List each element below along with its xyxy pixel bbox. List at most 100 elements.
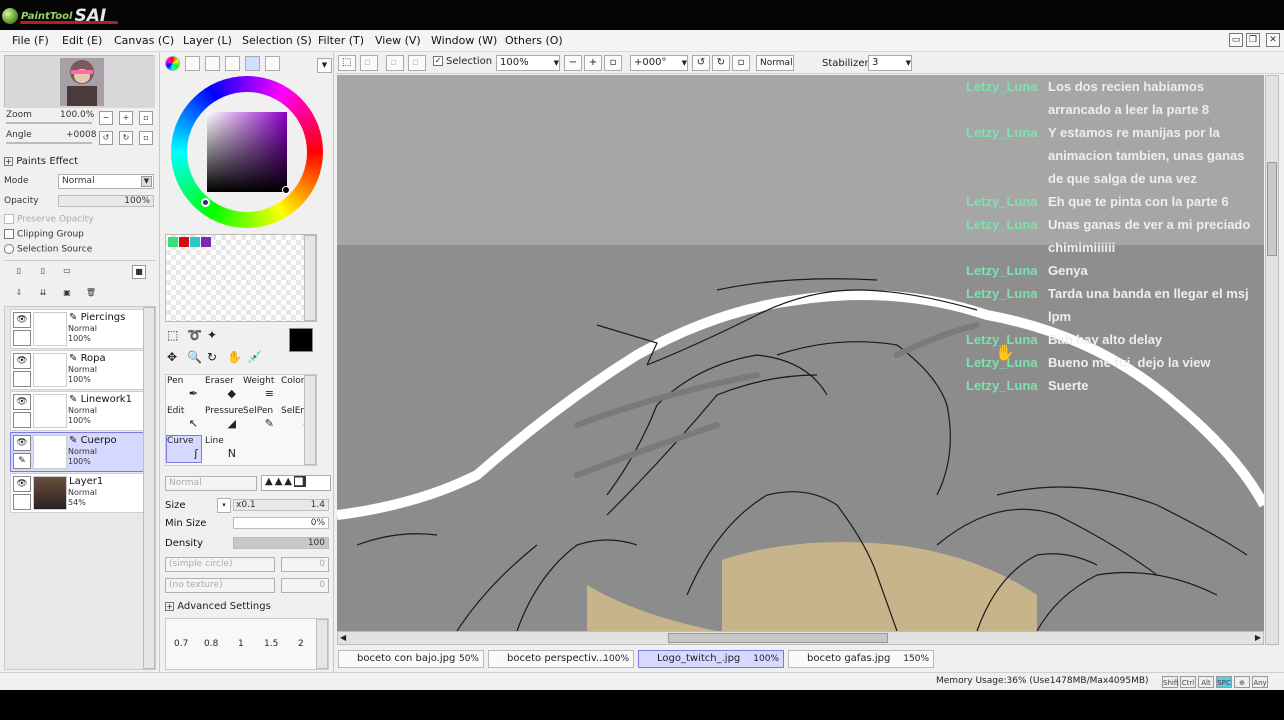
lock-icon[interactable] [13, 371, 31, 387]
menu-edit[interactable]: Edit (E) [62, 34, 102, 47]
color-wheel-mode-icon[interactable] [165, 56, 180, 71]
advanced-settings-header[interactable]: + Advanced Settings [165, 601, 271, 612]
sv-marker[interactable] [282, 186, 290, 194]
shape-strength[interactable]: 0 [281, 557, 329, 572]
preset-0[interactable]: 0.7 [174, 639, 188, 649]
eyedropper-icon[interactable]: 💉 [247, 350, 262, 364]
clear-layer-icon[interactable]: ▣ [60, 287, 74, 301]
eye-icon[interactable]: 👁 [13, 312, 31, 328]
scroll-thumb[interactable] [1267, 162, 1277, 256]
zoom-out-icon[interactable]: − [564, 55, 582, 71]
paints-effect-header[interactable]: + Paints Effect [4, 156, 78, 167]
menu-window[interactable]: Window (W) [431, 34, 497, 47]
zoom-in-icon[interactable]: + [119, 111, 133, 125]
min-size-slider[interactable]: 0% [233, 517, 329, 529]
preserve-opacity-checkbox[interactable]: Preserve Opacity [4, 214, 94, 225]
scroll-right-icon[interactable]: ▶ [1255, 633, 1261, 642]
lasso-icon[interactable]: ➰ [187, 328, 202, 342]
scroll-thumb[interactable] [668, 633, 888, 643]
layer-item-cuerpo[interactable]: 👁 ✎ ✎ Cuerpo Normal 100% [10, 432, 144, 472]
deselect-icon[interactable]: ⬚ [338, 55, 356, 71]
preset-1[interactable]: 0.8 [204, 639, 218, 649]
layer-item-layer1[interactable]: 👁 Layer1 Normal 54% [10, 473, 144, 513]
swatch-green[interactable] [168, 237, 178, 247]
clipping-group-checkbox[interactable]: Clipping Group [4, 229, 84, 240]
brush-shape-selector[interactable]: ▲▲▲■ [261, 475, 331, 491]
crop-icon[interactable]: ▫ [386, 55, 404, 71]
tool-pressure[interactable]: Pressure ◢ [204, 405, 243, 433]
zoom-select[interactable]: 100% ▼ [496, 55, 560, 71]
rotate-icon[interactable]: ↻ [207, 350, 217, 364]
tool-scrollbar[interactable] [304, 375, 316, 465]
preset-3[interactable]: 1.5 [264, 639, 278, 649]
rotate-left-icon[interactable]: ↺ [99, 131, 113, 145]
menu-filter[interactable]: Filter (T) [318, 34, 364, 47]
horizontal-scrollbar[interactable]: ◀ ▶ [337, 631, 1264, 645]
rect-select-icon[interactable]: ⬚ [167, 328, 178, 342]
texture-strength[interactable]: 0 [281, 578, 329, 593]
transfer-down-icon[interactable]: ⇩ [12, 287, 26, 301]
restore-icon[interactable]: ❐ [1246, 33, 1260, 47]
tool-edit[interactable]: Edit ↖ [166, 405, 202, 433]
color-wheel[interactable] [171, 76, 323, 228]
hue-marker[interactable] [201, 198, 210, 207]
angle-select[interactable]: +000° ▼ [630, 55, 688, 71]
invert-icon[interactable]: ▫ [360, 55, 378, 71]
rotate-right-icon[interactable]: ↻ [119, 131, 133, 145]
swatch-scrollbar[interactable] [304, 235, 316, 321]
eye-icon[interactable]: 👁 [13, 476, 31, 492]
selection-source-checkbox[interactable]: Selection Source [4, 244, 92, 255]
eye-icon[interactable]: 👁 [13, 394, 31, 410]
angle-slider[interactable] [6, 142, 92, 144]
sv-square[interactable] [207, 112, 287, 192]
tool-line[interactable]: Line N [204, 435, 240, 463]
rotate-reset-icon[interactable]: ▫ [732, 55, 750, 71]
zoom-slider[interactable] [6, 122, 92, 124]
density-slider[interactable]: 100 [233, 537, 329, 549]
rotate-right-icon[interactable]: ↻ [712, 55, 730, 71]
layer-item-linework1[interactable]: 👁 ✎ Linework1 Normal 100% [10, 391, 144, 431]
menu-selection[interactable]: Selection (S) [242, 34, 312, 47]
layer-item-ropa[interactable]: 👁 ✎ Ropa Normal 100% [10, 350, 144, 390]
merge-down-icon[interactable]: ⇊ [36, 287, 50, 301]
layer-item-piercings[interactable]: 👁 ✎ Piercings Normal 100% [10, 309, 144, 349]
size-multiplier-toggle[interactable]: ▾ [217, 498, 231, 513]
primary-color[interactable] [289, 328, 313, 352]
size-slider[interactable]: x0.1 1.4 [233, 499, 329, 511]
brush-icon[interactable]: ✎ [13, 453, 31, 469]
minimize-icon[interactable]: ▭ [1229, 33, 1243, 47]
vertical-scrollbar[interactable] [1265, 75, 1279, 645]
chevron-down-icon[interactable]: ▼ [317, 58, 332, 73]
tool-eraser[interactable]: Eraser ◆ [204, 375, 240, 403]
preset-scrollbar[interactable] [316, 619, 328, 669]
magic-wand-icon[interactable]: ✦ [207, 328, 217, 342]
zoom-out-icon[interactable]: − [99, 111, 113, 125]
stabilizer-select[interactable]: 3 ▼ [868, 55, 912, 71]
layer-mode-select[interactable]: Normal ▼ [58, 174, 154, 189]
hsv-slider-icon[interactable] [205, 56, 220, 71]
menu-canvas[interactable]: Canvas (C) [114, 34, 174, 47]
lock-icon[interactable] [13, 330, 31, 346]
zoom-icon[interactable]: 🔍 [187, 350, 202, 364]
navigator-preview[interactable] [4, 55, 155, 108]
swatch-red[interactable] [179, 237, 189, 247]
swatch-cyan[interactable] [190, 237, 200, 247]
close-icon[interactable]: ✕ [1266, 33, 1280, 47]
tab-document-active[interactable]: Logo_twitch_.jpg 100% [638, 650, 784, 668]
tool-pen[interactable]: Pen ✒ [166, 375, 202, 403]
preset-4[interactable]: 2 [298, 639, 304, 649]
tab-document[interactable]: boceto perspectiv... 100% [488, 650, 634, 668]
hand-icon[interactable]: ✋ [227, 350, 242, 364]
zoom-fit-icon[interactable]: ▫ [604, 55, 622, 71]
lock-icon[interactable] [13, 494, 31, 510]
menu-layer[interactable]: Layer (L) [183, 34, 232, 47]
rotate-left-icon[interactable]: ↺ [692, 55, 710, 71]
brush-texture-select[interactable]: (no texture) [165, 578, 275, 593]
mixer-icon[interactable] [225, 56, 240, 71]
new-layer-icon[interactable]: ▯ [12, 265, 26, 279]
eye-icon[interactable]: 👁 [13, 353, 31, 369]
tab-document[interactable]: boceto gafas.jpg 150% [788, 650, 934, 668]
tool-curve[interactable]: Curve ʃ [166, 435, 202, 463]
menu-view[interactable]: View (V) [375, 34, 421, 47]
zoom-in-icon[interactable]: + [584, 55, 602, 71]
